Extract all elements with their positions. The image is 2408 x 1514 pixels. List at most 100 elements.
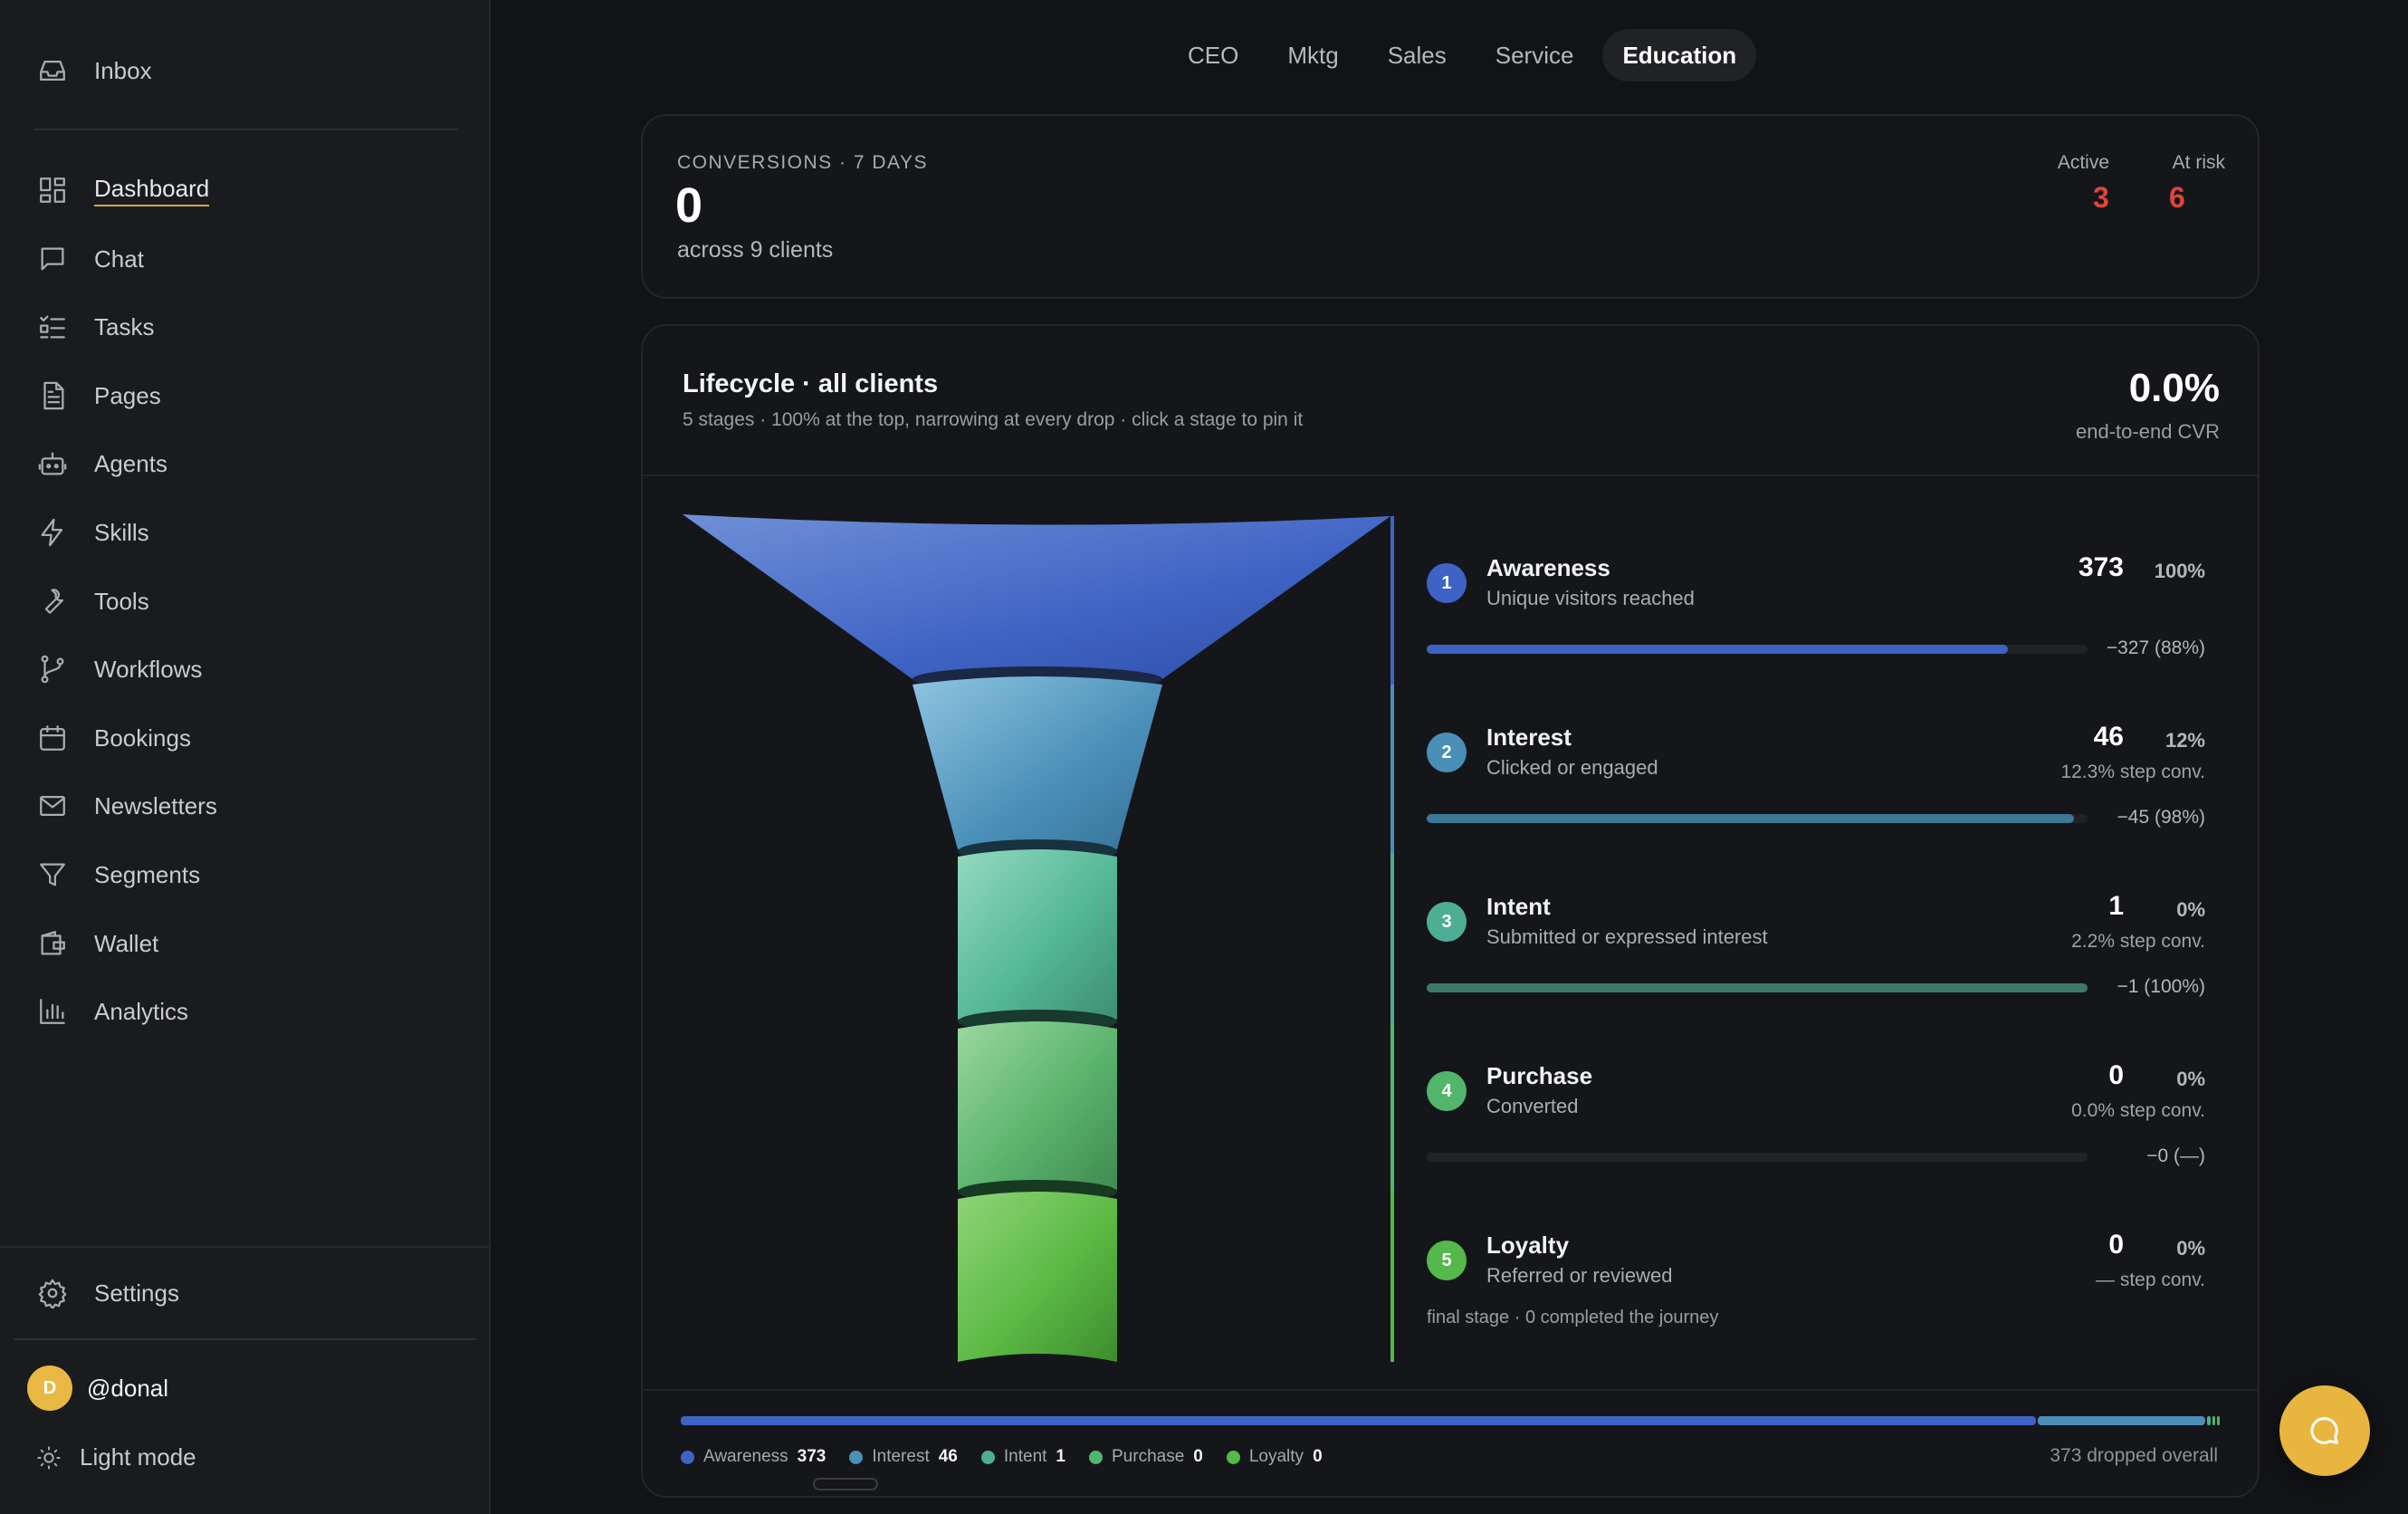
sidebar-item-settings[interactable]: Settings xyxy=(36,1266,453,1320)
stage-description: Converted xyxy=(1486,1095,1579,1117)
lifecycle-subtitle: 5 stages · 100% at the top, narrowing at… xyxy=(683,409,1304,430)
legend-label: Purchase xyxy=(1112,1447,1185,1466)
stage-rail-interest xyxy=(1390,685,1394,853)
tab-ceo[interactable]: CEO xyxy=(1168,29,1258,81)
stage-dropoff: −45 (98%) xyxy=(2117,807,2205,828)
sidebar-item-label: Agents xyxy=(94,449,167,477)
sidebar-item-dashboard[interactable]: Dashboard xyxy=(36,163,453,217)
sidebar-item-label: Settings xyxy=(94,1279,179,1307)
active-label: Active xyxy=(2057,152,2109,173)
sidebar-item-agents[interactable]: Agents xyxy=(36,436,453,491)
summary-value: 0 xyxy=(675,178,703,233)
theme-toggle-label: Light mode xyxy=(80,1443,196,1471)
stage-description: Clicked or engaged xyxy=(1486,756,1658,779)
sidebar-item-segments[interactable]: Segments xyxy=(36,848,453,902)
conversions-summary-card: CONVERSIONS · 7 DAYS 0 across 9 clients … xyxy=(641,114,2260,299)
sidebar-item-wallet[interactable]: Wallet xyxy=(36,916,453,971)
funnel-stage-intent[interactable] xyxy=(958,849,1117,1020)
stage-row-awareness[interactable]: 1 Awareness Unique visitors reached 373 … xyxy=(1427,522,2205,685)
dashboard-icon xyxy=(36,174,69,206)
active-count: 3 xyxy=(2093,181,2109,214)
stage-step-conversion: 12.3% step conv. xyxy=(2060,762,2205,782)
tab-mktg[interactable]: Mktg xyxy=(1267,29,1358,81)
gear-icon xyxy=(36,1277,69,1309)
stage-percent: 0% xyxy=(2176,1237,2205,1260)
sidebar-item-label: Bookings xyxy=(94,723,191,752)
stage-dropoff-fill xyxy=(1427,983,2088,992)
at-risk-label: At risk xyxy=(2172,152,2225,173)
cvr-value: 0.0% xyxy=(2128,366,2220,410)
divider xyxy=(14,1338,476,1340)
stage-name: Interest xyxy=(1486,723,1572,751)
sidebar-item-pages[interactable]: Pages xyxy=(36,369,453,423)
sidebar-item-workflows[interactable]: Workflows xyxy=(36,642,453,696)
legend-item-purchase: Purchase 0 xyxy=(1089,1447,1203,1467)
stage-percent: 100% xyxy=(2154,560,2205,582)
legend: Awareness 373 Interest 46 Intent 1 Purch… xyxy=(681,1447,1323,1467)
sidebar-item-inbox[interactable]: Inbox xyxy=(36,43,453,98)
stage-rail-loyalty xyxy=(1390,1190,1394,1362)
sidebar-item-tasks[interactable]: Tasks xyxy=(36,300,453,354)
tab-sales[interactable]: Sales xyxy=(1368,29,1467,81)
stage-step-conversion: 0.0% step conv. xyxy=(2071,1100,2205,1121)
stage-number: 2 xyxy=(1427,733,1467,772)
at-risk-count: 6 xyxy=(2169,181,2185,214)
sidebar: Inbox Dashboard Chat Tasks Pages Agents xyxy=(0,0,491,1514)
chat-fab-button[interactable] xyxy=(2279,1385,2370,1476)
sidebar-item-chat[interactable]: Chat xyxy=(36,232,453,286)
stage-row-interest[interactable]: 2 Interest Clicked or engaged 46 12% 12.… xyxy=(1427,691,2205,854)
stage-percent: 12% xyxy=(2164,729,2205,752)
lifecycle-title: Lifecycle · all clients xyxy=(683,369,939,398)
stage-row-purchase[interactable]: 4 Purchase Converted 0 0% 0.0% step conv… xyxy=(1427,1030,2205,1193)
cvr-label: end-to-end CVR xyxy=(2076,420,2220,443)
stage-dropoff: −327 (88%) xyxy=(2106,637,2205,658)
stage-dropoff-bar xyxy=(1427,814,2088,823)
theme-toggle[interactable]: Light mode xyxy=(36,1443,196,1471)
sidebar-item-tools[interactable]: Tools xyxy=(36,574,453,628)
sidebar-item-newsletters[interactable]: Newsletters xyxy=(36,779,453,833)
divider xyxy=(643,474,2258,476)
user-profile[interactable]: D @donal xyxy=(27,1365,168,1411)
sidebar-item-label: Pages xyxy=(94,381,161,409)
stage-dropoff-bar xyxy=(1427,1153,2088,1162)
tab-education[interactable]: Education xyxy=(1602,29,1757,81)
stage-rail-purchase xyxy=(1390,1021,1394,1190)
funnel-stage-awareness[interactable] xyxy=(683,514,1390,679)
stage-value: 46 xyxy=(2093,722,2124,752)
final-stage-note: final stage · 0 completed the journey xyxy=(1427,1308,1719,1327)
legend-item-interest: Interest 46 xyxy=(849,1447,958,1467)
stage-dropoff-fill xyxy=(1427,814,2075,823)
stage-number: 4 xyxy=(1427,1071,1467,1111)
sidebar-item-bookings[interactable]: Bookings xyxy=(36,711,453,765)
tab-service[interactable]: Service xyxy=(1476,29,1594,81)
divider xyxy=(0,1246,491,1248)
funnel-stage-purchase[interactable] xyxy=(958,1021,1117,1190)
legend-dot xyxy=(681,1450,694,1464)
legend-value: 0 xyxy=(1313,1447,1323,1466)
funnel-stage-loyalty[interactable] xyxy=(958,1192,1117,1362)
robot-icon xyxy=(36,447,69,480)
sidebar-item-label: Tasks xyxy=(94,312,155,340)
stage-row-loyalty[interactable]: 5 Loyalty Referred or reviewed 0 0% — st… xyxy=(1427,1199,2205,1362)
stage-dropoff-bar xyxy=(1427,983,2088,992)
stage-description: Referred or reviewed xyxy=(1486,1264,1673,1287)
stage-number: 1 xyxy=(1427,563,1467,603)
bar-chart-icon xyxy=(36,995,69,1028)
sidebar-item-label: Segments xyxy=(94,860,201,888)
legend-label: Loyalty xyxy=(1248,1447,1304,1466)
stage-step-conversion: 2.2% step conv. xyxy=(2071,931,2205,952)
stage-dropoff-fill xyxy=(1427,645,2009,654)
scroll-handle[interactable] xyxy=(813,1478,878,1490)
stack-segment-purchase xyxy=(2212,1416,2215,1425)
stage-name: Loyalty xyxy=(1486,1231,1570,1259)
funnel-stage-interest[interactable] xyxy=(913,676,1162,849)
sun-icon xyxy=(36,1445,62,1471)
sidebar-item-skills[interactable]: Skills xyxy=(36,505,453,560)
stage-value: 373 xyxy=(2078,552,2124,582)
legend-label: Intent xyxy=(1003,1447,1047,1466)
filter-icon xyxy=(36,858,69,891)
user-handle: @donal xyxy=(87,1374,169,1402)
sidebar-item-analytics[interactable]: Analytics xyxy=(36,984,453,1039)
stage-row-intent[interactable]: 3 Intent Submitted or expressed interest… xyxy=(1427,860,2205,1023)
legend-label: Interest xyxy=(872,1447,930,1466)
